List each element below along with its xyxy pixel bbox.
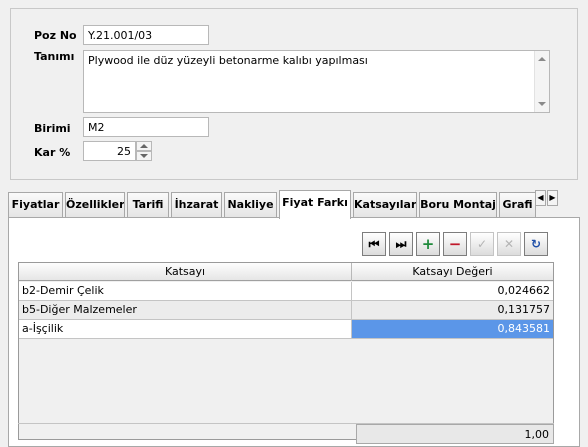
tanimi-text: Plywood ile düz yüzeyli betonarme kalıbı… (88, 54, 368, 67)
spin-down-icon[interactable] (136, 151, 152, 161)
cancel-icon[interactable]: ✕ (497, 232, 521, 256)
tab-boru-montaj[interactable]: Boru Montaj (419, 192, 497, 218)
grid-header: Katsayı Katsayı Değeri (19, 263, 553, 281)
poz-no-label: Poz No (34, 29, 77, 42)
table-row[interactable]: b2-Demir Çelik 0,024662 (19, 282, 553, 301)
cell-katsayi-degeri: 0,131757 (497, 303, 551, 316)
tab-fiyatlar[interactable]: Fiyatlar (8, 192, 63, 218)
cell-katsayi-degeri-selected[interactable]: 0,843581 (352, 320, 553, 338)
tab-ozellikler[interactable]: Özellikler (65, 192, 125, 218)
delete-record-icon[interactable]: − (443, 232, 467, 256)
katsayi-grid[interactable]: Katsayı Katsayı Değeri b2-Demir Çelik 0,… (18, 262, 554, 440)
spin-up-icon[interactable] (136, 141, 152, 151)
post-icon[interactable]: ✓ (470, 232, 494, 256)
tanimi-field[interactable]: Plywood ile düz yüzeyli betonarme kalıbı… (83, 50, 550, 113)
column-katsayi-degeri[interactable]: Katsayı Değeri (352, 263, 553, 281)
refresh-icon[interactable]: ↻ (524, 232, 548, 256)
table-row[interactable]: b5-Diğer Malzemeler 0,131757 (19, 301, 553, 320)
tab-scroll-left-icon[interactable]: ◀ (535, 190, 546, 206)
tab-scroll-right-icon[interactable]: ▶ (547, 190, 558, 206)
kar-label: Kar % (34, 146, 71, 159)
tab-tarifi[interactable]: Tarifi (127, 192, 169, 218)
first-record-icon[interactable]: ⏮ (362, 232, 386, 256)
footer-total: 1,00 (356, 424, 554, 444)
tab-grafi[interactable]: Grafi (499, 192, 536, 218)
table-row-selected[interactable]: a-İşçilik 0,843581 (19, 320, 553, 339)
tab-nakliye[interactable]: Nakliye (224, 192, 277, 218)
tab-fiyat-farki[interactable]: Fiyat Farkı (279, 190, 351, 219)
kar-spinner[interactable] (136, 141, 152, 161)
add-record-icon[interactable]: + (416, 232, 440, 256)
kar-field[interactable]: 25 (83, 141, 136, 161)
tab-ihzarat[interactable]: İhzarat (171, 192, 222, 218)
last-record-icon[interactable]: ⏭ (389, 232, 413, 256)
scroll-down-icon[interactable] (538, 102, 546, 106)
cell-katsayi-degeri: 0,024662 (497, 284, 551, 297)
scroll-up-icon[interactable] (538, 57, 546, 61)
poz-no-field[interactable]: Y.21.001/03 (83, 25, 209, 45)
tab-katsayilar[interactable]: Katsayılar (353, 192, 417, 218)
birimi-label: Birimi (34, 122, 71, 135)
tab-strip: Fiyatlar Özellikler Tarifi İhzarat Nakli… (8, 190, 580, 219)
tanimi-scrollbar[interactable] (534, 51, 549, 112)
cell-katsayi: a-İşçilik (19, 320, 352, 338)
birimi-field[interactable]: M2 (83, 117, 209, 137)
tanimi-label: Tanımı (34, 50, 75, 63)
cell-katsayi: b5-Diğer Malzemeler (19, 301, 352, 319)
column-katsayi[interactable]: Katsayı (19, 263, 352, 281)
cell-katsayi: b2-Demir Çelik (19, 282, 352, 300)
